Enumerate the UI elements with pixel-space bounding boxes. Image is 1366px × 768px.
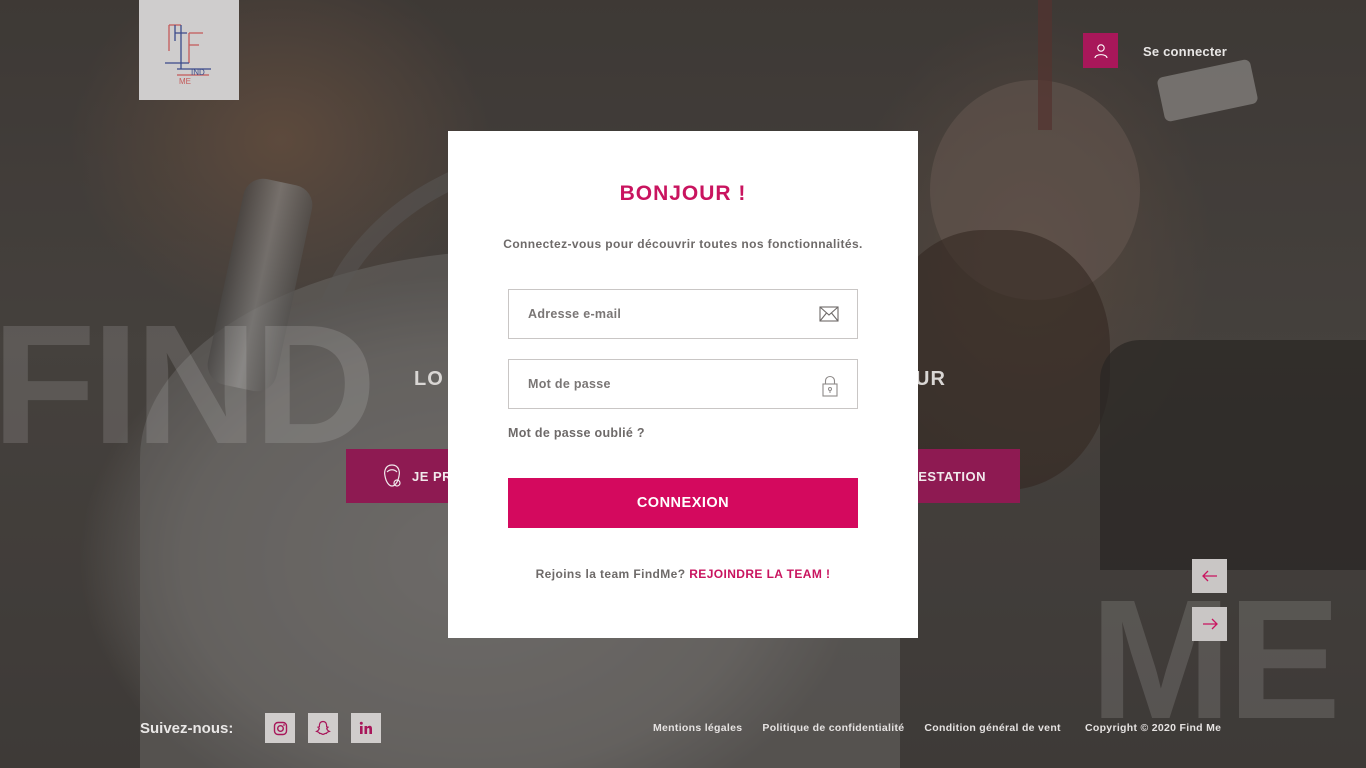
email-field — [508, 289, 858, 339]
footer-links: Mentions légales Politique de confidenti… — [653, 722, 1081, 734]
watermark-me: ME — [1090, 565, 1341, 755]
hero-tagline-end: UR — [915, 368, 946, 390]
slider-next-button[interactable] — [1192, 607, 1227, 641]
footer-link-privacy[interactable]: Politique de confidentialité — [762, 722, 904, 734]
forgot-password-link[interactable]: Mot de passe oublié ? — [508, 426, 645, 440]
hero-service-button-label: RESTATION — [908, 468, 986, 484]
svg-text:IND: IND — [191, 68, 205, 77]
arrow-left-icon — [1201, 570, 1217, 582]
copyright-text: Copyright © 2020 Find Me — [1085, 722, 1222, 734]
password-field — [508, 359, 858, 409]
snapchat-icon — [315, 720, 331, 736]
email-input[interactable] — [509, 290, 857, 338]
user-login-button[interactable] — [1083, 33, 1118, 68]
svg-text:ME: ME — [179, 77, 191, 86]
brand-logo[interactable]: IND ME — [139, 0, 239, 100]
join-team-link[interactable]: REJOINDRE LA TEAM ! — [689, 567, 830, 581]
login-submit-button[interactable]: CONNEXION — [508, 478, 858, 528]
arrow-right-icon — [1202, 618, 1218, 630]
user-icon — [1093, 43, 1108, 58]
linkedin-icon — [359, 721, 372, 734]
watermark-find: FIND — [0, 290, 377, 480]
hero-tagline: LO — [414, 368, 444, 390]
findme-logo-icon: IND ME — [165, 24, 211, 86]
envelope-icon — [819, 306, 839, 322]
lock-icon — [822, 375, 838, 397]
password-input[interactable] — [509, 360, 857, 408]
instagram-button[interactable] — [265, 713, 295, 743]
modal-title: BONJOUR ! — [619, 182, 747, 205]
linkedin-button[interactable] — [351, 713, 381, 743]
face-icon — [384, 464, 401, 487]
snapchat-button[interactable] — [308, 713, 338, 743]
slider-prev-button[interactable] — [1192, 559, 1227, 593]
login-link[interactable]: Se connecter — [1143, 44, 1227, 59]
footer-link-terms[interactable]: Condition général de vent — [924, 722, 1060, 734]
instagram-icon — [273, 721, 287, 735]
follow-us-label: Suivez-nous: — [140, 720, 234, 737]
footer-link-legal[interactable]: Mentions légales — [653, 722, 742, 734]
hero-service-button[interactable]: RESTATION — [900, 449, 1020, 503]
modal-subtitle: Connectez-vous pour découvrir toutes nos… — [503, 237, 863, 251]
